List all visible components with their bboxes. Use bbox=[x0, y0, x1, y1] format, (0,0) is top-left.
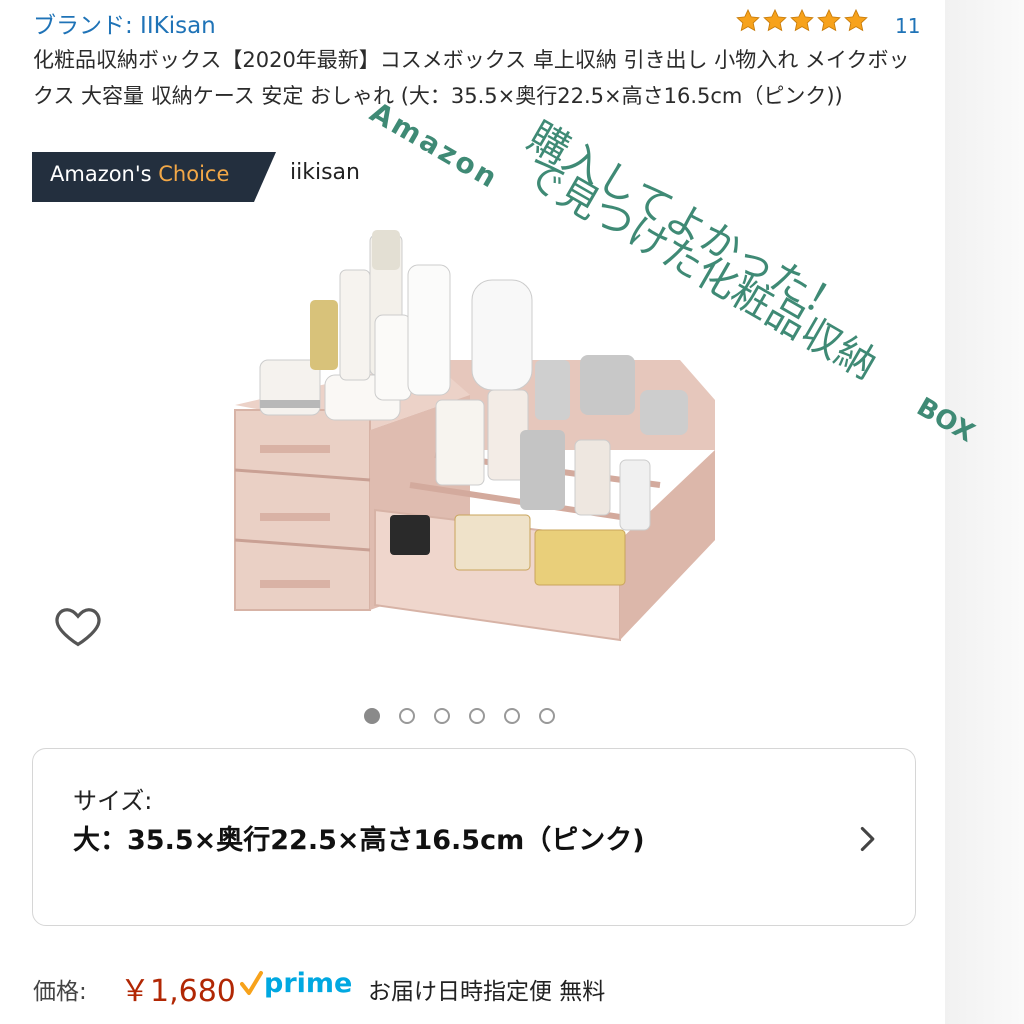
star-icon bbox=[844, 8, 868, 32]
side-margin bbox=[945, 0, 1024, 1024]
cosmetic-organizer-image[interactable] bbox=[220, 220, 720, 670]
star-icon bbox=[790, 8, 814, 32]
amazons-choice-badge: Amazon's Choice bbox=[32, 152, 276, 202]
carousel-dot[interactable] bbox=[434, 708, 450, 724]
star-icon bbox=[736, 8, 760, 32]
review-count[interactable]: 11 bbox=[895, 14, 920, 38]
carousel-dot[interactable] bbox=[364, 708, 380, 724]
size-value: 大：35.5×奥行22.5×高さ16.5cm（ピンク) bbox=[73, 825, 645, 856]
size-label: サイズ: bbox=[73, 787, 153, 815]
badge-accent: Choice bbox=[158, 162, 230, 186]
badge-prefix: Amazon's bbox=[50, 162, 159, 186]
size-selector[interactable]: サイズ: 大：35.5×奥行22.5×高さ16.5cm（ピンク) bbox=[32, 748, 916, 926]
chevron-right-icon[interactable] bbox=[853, 825, 881, 853]
product-title: 化粧品収納ボックス【2020年最新】コスメボックス 卓上収納 引き出し 小物入れ… bbox=[33, 48, 910, 108]
star-icon bbox=[817, 8, 841, 32]
carousel-dot[interactable] bbox=[504, 708, 520, 724]
delivery-info: お届け日時指定便 無料 bbox=[368, 979, 606, 1005]
rating-stars[interactable] bbox=[735, 8, 869, 34]
badge-label: Amazon's Choice bbox=[50, 162, 229, 186]
price-row: 価格: ￥1,680 prime お届け日時指定便 無料 bbox=[33, 966, 933, 1009]
carousel-dot[interactable] bbox=[539, 708, 555, 724]
prime-text: prime bbox=[264, 968, 352, 999]
carousel-dot[interactable] bbox=[469, 708, 485, 724]
brand-link[interactable]: ブランド: IIKisan bbox=[33, 6, 216, 40]
carousel-dot[interactable] bbox=[399, 708, 415, 724]
price-label: 価格: bbox=[33, 979, 87, 1005]
price-amount: ￥1,680 bbox=[120, 974, 236, 1009]
star-icon bbox=[763, 8, 787, 32]
heart-icon[interactable] bbox=[52, 600, 104, 652]
prime-logo: prime bbox=[240, 968, 352, 999]
carousel-dots[interactable] bbox=[364, 708, 555, 724]
seller-name[interactable]: iikisan bbox=[290, 160, 360, 185]
